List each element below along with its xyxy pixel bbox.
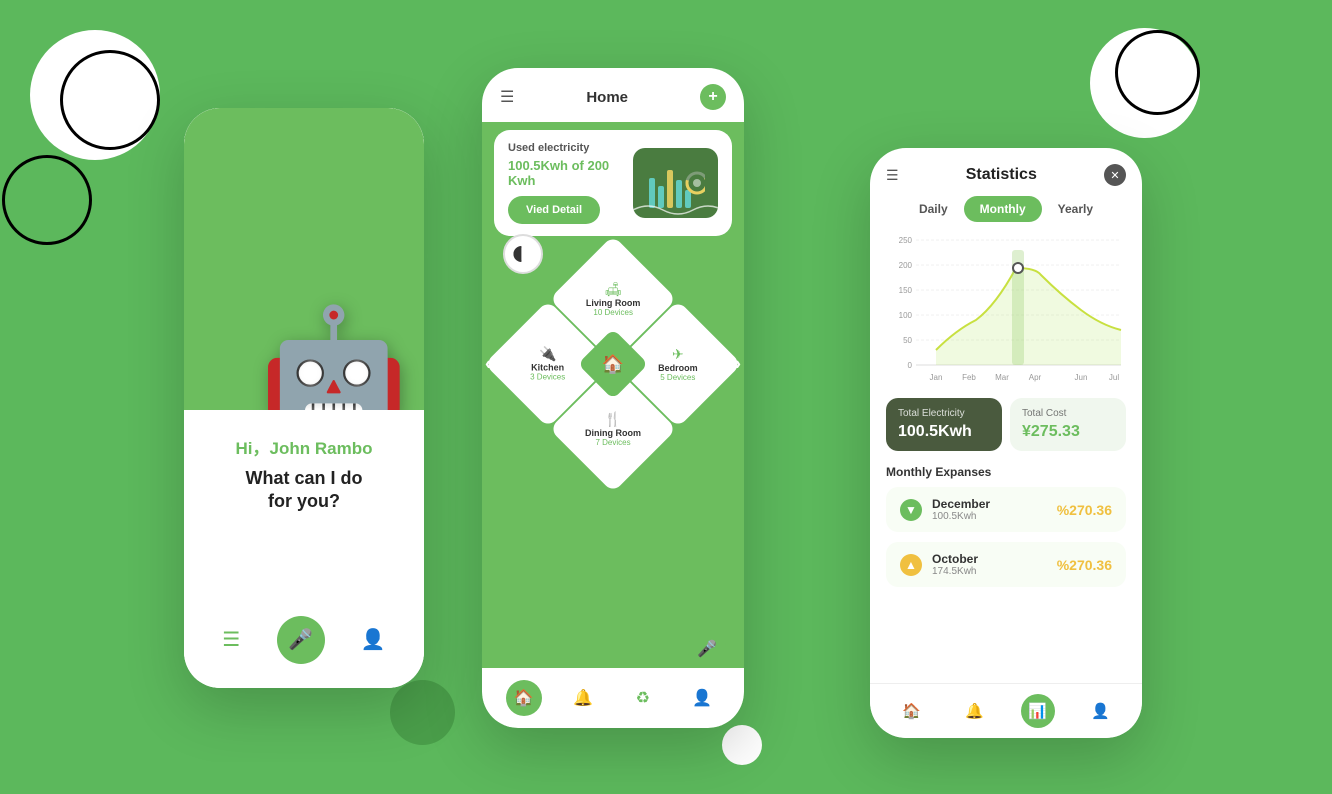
expense-december-left: ▼ December 100.5Kwh xyxy=(900,497,990,522)
stats-cards: Total Electricity 100.5Kwh Total Cost ¥2… xyxy=(870,390,1142,459)
toggle-button[interactable] xyxy=(503,234,543,274)
svg-text:Feb: Feb xyxy=(962,373,976,382)
svg-text:100: 100 xyxy=(899,311,913,320)
add-icon[interactable]: + xyxy=(700,84,726,110)
expense-december-cost: %270.36 xyxy=(1057,502,1112,518)
expense-october-name: October xyxy=(932,552,978,566)
svg-text:Jun: Jun xyxy=(1075,373,1088,382)
menu-icon[interactable]: ☰ xyxy=(222,627,240,652)
nav-arrow-right[interactable]: › xyxy=(735,354,741,375)
robot-image: 🤖 xyxy=(259,310,408,410)
deco-circle-3 xyxy=(2,155,92,245)
room-grid: 🛋 Living Room 10 Devices 🔌 Kitchen 3 Dev… xyxy=(493,244,733,484)
stats-nav-profile[interactable]: 👤 xyxy=(1084,694,1118,728)
stats-title: Statistics xyxy=(899,166,1104,184)
stats-phone: ☰ Statistics ✕ Daily Monthly Yearly 250 … xyxy=(870,148,1142,738)
deco-circle-6 xyxy=(1090,28,1200,138)
dining-room-content: 🍴 Dining Room 7 Devices xyxy=(585,411,641,447)
expense-october-info: October 174.5Kwh xyxy=(932,552,978,577)
mid-bottom-nav: 🏠 🔔 ♻ 👤 xyxy=(482,668,744,728)
mid-phone: ☰ Home + Used electricity 100.5Kwh of 20… xyxy=(482,68,744,728)
expense-december-info: December 100.5Kwh xyxy=(932,497,990,522)
svg-text:Jul: Jul xyxy=(1109,373,1119,382)
svg-text:Mar: Mar xyxy=(995,373,1009,382)
expense-october-left: ▲ October 174.5Kwh xyxy=(900,552,978,577)
expense-arrow-up: ▲ xyxy=(900,554,922,576)
deco-circle-8 xyxy=(722,725,762,765)
wave-svg xyxy=(633,198,718,218)
left-phone-top: 🤖 xyxy=(184,108,424,410)
mic-button[interactable]: 🎤 xyxy=(277,616,325,664)
svg-text:Apr: Apr xyxy=(1029,373,1042,382)
left-phone-bottom: Hi，John Rambo What can I dofor you? ☰ 🎤 … xyxy=(184,410,424,688)
center-icon: 🏠 xyxy=(602,353,624,374)
stats-header: ☰ Statistics ✕ xyxy=(870,148,1142,196)
left-phone-inner: 🤖 Hi，John Rambo What can I dofor you? ☰ … xyxy=(184,108,424,688)
electricity-card: Used electricity 100.5Kwh of 200 Kwh Vie… xyxy=(494,130,732,236)
mid-header: ☰ Home + xyxy=(482,68,744,122)
stats-nav-chart[interactable]: 📊 xyxy=(1021,694,1055,728)
expense-october-kwh: 174.5Kwh xyxy=(932,566,978,577)
stats-menu-icon[interactable]: ☰ xyxy=(886,167,899,184)
nav-profile[interactable]: 👤 xyxy=(684,680,720,716)
stats-nav-home[interactable]: 🏠 xyxy=(895,694,929,728)
monthly-expanses-title: Monthly Expanses xyxy=(870,459,1142,487)
svg-text:50: 50 xyxy=(903,336,912,345)
left-phone: 🤖 Hi，John Rambo What can I dofor you? ☰ … xyxy=(184,108,424,688)
stats-chart-svg: 250 200 150 100 50 0 Jan Feb Mar Apr Jun… xyxy=(886,230,1126,390)
mid-title: Home xyxy=(586,89,628,106)
living-room-content: 🛋 Living Room 10 Devices xyxy=(586,281,641,317)
electricity-text: Used electricity 100.5Kwh of 200 Kwh Vie… xyxy=(508,142,633,224)
mic-fab[interactable]: 🎤 xyxy=(688,630,726,668)
deco-circle-9 xyxy=(390,680,455,745)
total-electricity-label: Total Electricity xyxy=(898,408,990,419)
deco-circle-7 xyxy=(1115,30,1200,115)
view-detail-button[interactable]: Vied Detail xyxy=(508,196,600,224)
expense-arrow-down: ▼ xyxy=(900,499,922,521)
tab-monthly[interactable]: Monthly xyxy=(964,196,1042,222)
electricity-value: 100.5Kwh of 200 Kwh xyxy=(508,158,633,188)
expense-december: ▼ December 100.5Kwh %270.36 xyxy=(886,487,1126,532)
total-electricity-card: Total Electricity 100.5Kwh xyxy=(886,398,1002,451)
tab-daily[interactable]: Daily xyxy=(903,196,964,222)
stats-nav-bell[interactable]: 🔔 xyxy=(958,694,992,728)
nav-arrow-left[interactable]: ‹ xyxy=(485,354,491,375)
svg-text:0: 0 xyxy=(908,361,913,370)
total-cost-label: Total Cost xyxy=(1022,408,1114,419)
expense-december-kwh: 100.5Kwh xyxy=(932,511,990,522)
tab-yearly[interactable]: Yearly xyxy=(1042,196,1109,222)
expense-december-name: December xyxy=(932,497,990,511)
expense-october-cost: %270.36 xyxy=(1057,557,1112,573)
left-bottom-bar: ☰ 🎤 👤 xyxy=(204,608,404,672)
greeting-section: Hi，John Rambo What can I dofor you? xyxy=(236,434,373,514)
bedroom-content: ✈ Bedroom 5 Devices xyxy=(658,346,698,382)
stats-close-button[interactable]: ✕ xyxy=(1104,164,1126,186)
nav-home[interactable]: 🏠 xyxy=(506,680,542,716)
greeting-question: What can I dofor you? xyxy=(236,467,373,514)
expense-october: ▲ October 174.5Kwh %270.36 xyxy=(886,542,1126,587)
electricity-label: Used electricity xyxy=(508,142,633,154)
kitchen-content: 🔌 Kitchen 3 Devices xyxy=(530,346,565,382)
stats-bottom-nav: 🏠 🔔 📊 👤 xyxy=(870,683,1142,738)
mini-chart xyxy=(633,148,718,218)
deco-circle-1 xyxy=(30,30,160,160)
nav-bell[interactable]: 🔔 xyxy=(565,680,601,716)
svg-text:Jan: Jan xyxy=(930,373,943,382)
total-cost-value: ¥275.33 xyxy=(1022,423,1114,441)
total-electricity-value: 100.5Kwh xyxy=(898,423,990,441)
total-cost-card: Total Cost ¥275.33 xyxy=(1010,398,1126,451)
deco-circle-2 xyxy=(60,50,160,150)
stats-tabs: Daily Monthly Yearly xyxy=(870,196,1142,222)
svg-text:200: 200 xyxy=(899,261,913,270)
greeting-name: Hi，John Rambo xyxy=(236,434,373,459)
profile-icon[interactable]: 👤 xyxy=(361,627,386,652)
svg-text:150: 150 xyxy=(899,286,913,295)
stats-chart: 250 200 150 100 50 0 Jan Feb Mar Apr Jun… xyxy=(870,230,1142,390)
svg-text:250: 250 xyxy=(899,236,913,245)
nav-recycle[interactable]: ♻ xyxy=(625,680,661,716)
hamburger-icon[interactable]: ☰ xyxy=(500,87,514,107)
